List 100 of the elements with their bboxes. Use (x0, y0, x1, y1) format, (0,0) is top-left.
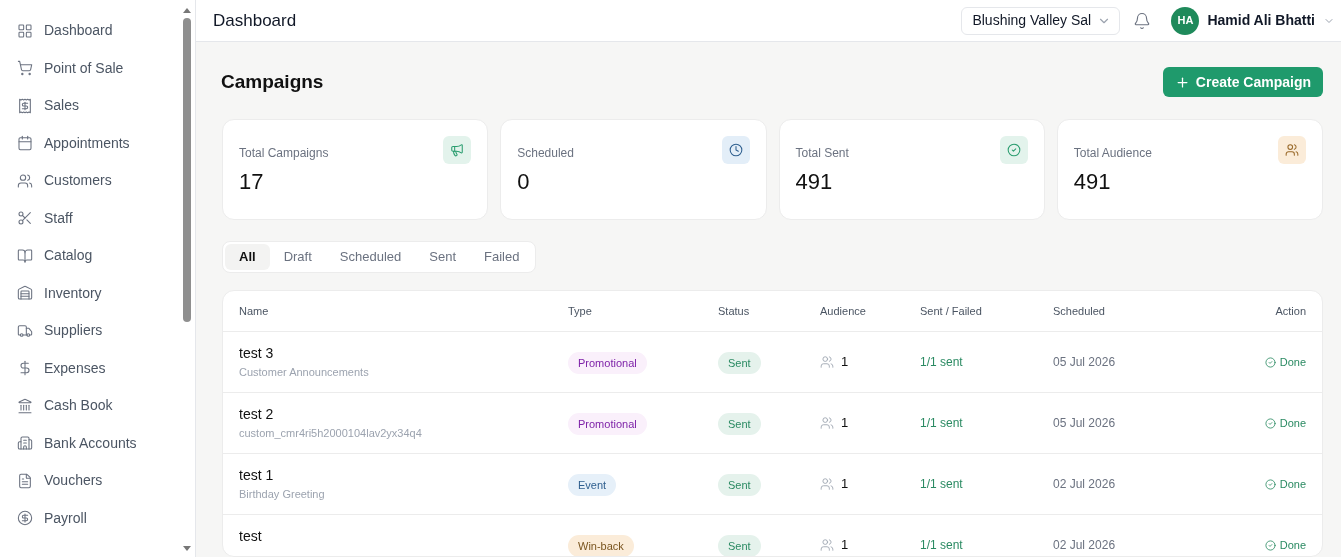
sidebar-item[interactable]: Sales (17, 87, 181, 125)
check-circle-icon (1264, 539, 1276, 551)
sidebar-item[interactable]: Inventory (17, 274, 181, 312)
stat-label: Total Audience (1073, 145, 1152, 162)
warehouse-icon (17, 285, 33, 302)
users-icon (1278, 136, 1306, 164)
table-row[interactable]: test 1 Birthday Greeting Event Sent 1 1/1 sent 02 Jul 2026 Done (223, 453, 1322, 514)
building-icon (17, 435, 33, 452)
megaphone-icon (443, 136, 472, 164)
campaign-name: test (239, 527, 263, 545)
clock-icon (721, 136, 750, 164)
document-icon (17, 472, 33, 489)
sidebar-item[interactable]: Customers (17, 162, 181, 200)
status-tag: Sent (718, 412, 761, 436)
coin-icon (17, 510, 33, 527)
grid-icon (17, 22, 33, 39)
sent-count: 1/1 sent (920, 476, 963, 493)
stat-label: Total Campaigns (239, 145, 329, 162)
sidebar-item[interactable]: Bank Accounts (17, 424, 181, 462)
truck-icon (17, 322, 33, 339)
column-header: Sent / Failed (920, 303, 982, 319)
sidebar-item[interactable]: Catalog (17, 237, 181, 275)
users-icon (17, 172, 33, 189)
type-tag: Event (568, 473, 617, 497)
receipt-icon (17, 97, 33, 114)
stat-label: Total Sent (795, 145, 849, 162)
column-header: Audience (820, 303, 866, 319)
table-row[interactable]: test Win-back Sent 1 1/1 sent 02 Jul 2026 Done (223, 514, 1322, 556)
audience-count: 1 (841, 353, 849, 372)
sidebar-item[interactable]: Appointments (17, 124, 181, 162)
sidebar-item[interactable]: Expenses (17, 349, 181, 387)
campaign-name: test 3 (239, 344, 275, 362)
check-circle-icon (1264, 478, 1276, 490)
check-circle-icon (1264, 356, 1276, 368)
user-avatar[interactable]: HA (1171, 6, 1200, 35)
notification-icon[interactable] (1133, 11, 1152, 30)
status-tag: Sent (718, 351, 761, 375)
template-name: Birthday Greeting (239, 487, 326, 502)
page-heading: Dashboard (213, 9, 297, 32)
calendar-icon (17, 135, 33, 152)
scheduled-date: 02 Jul 2026 (1053, 476, 1116, 493)
sidebar-item[interactable]: Dashboard (17, 12, 181, 50)
done-label: Done (1264, 414, 1306, 432)
table-row[interactable]: test 2 custom_cmr4ri5h2000104lav2yx34q4 Promotional Sent 1 1/1 sent 05 Jul 2026 Done (223, 392, 1322, 453)
dollar-icon (17, 360, 33, 377)
stat-value: 0 (517, 168, 530, 196)
sidebar-item[interactable]: Cash Book (17, 387, 181, 425)
campaign-name: test 2 (239, 405, 275, 423)
audience-count: 1 (841, 536, 849, 555)
done-label: Done (1264, 353, 1306, 371)
stat-value: 491 (1073, 168, 1111, 196)
scheduled-date: 05 Jul 2026 (1053, 415, 1116, 432)
column-header: Status (718, 303, 750, 319)
stat-label: Scheduled (517, 145, 574, 162)
status-tag: Sent (718, 534, 761, 556)
branch-dropdown[interactable]: Blushing Valley Sal (961, 6, 1121, 35)
template-name: custom_cmr4ri5h2000104lav2yx34q4 (239, 426, 423, 441)
column-header: Name (239, 303, 269, 319)
filter-tab[interactable]: Scheduled (325, 244, 416, 270)
type-tag: Promotional (568, 412, 647, 436)
audience-count: 1 (841, 475, 849, 494)
type-tag: Promotional (568, 351, 647, 375)
book-icon (17, 247, 33, 264)
sent-count: 1/1 sent (920, 354, 963, 371)
table-row[interactable]: test 3 Customer Announcements Promotional Sent 1 1/1 sent 05 Jul 2026 Done (223, 331, 1322, 392)
scheduled-date: 05 Jul 2026 (1053, 354, 1116, 371)
check-circle-icon (1264, 417, 1276, 429)
users-icon (820, 538, 834, 552)
create-campaign-button[interactable]: Create Campaign (1162, 67, 1323, 97)
column-header: Action (1275, 303, 1306, 319)
scissors-icon (17, 210, 33, 227)
column-header: Type (568, 303, 592, 319)
plus-icon (1174, 74, 1190, 90)
user-name[interactable]: Hamid Ali Bhatti (1207, 10, 1315, 31)
template-name: Customer Announcements (239, 365, 370, 380)
sidebar-item[interactable]: Vouchers (17, 462, 181, 500)
stat-value: 17 (239, 168, 264, 196)
done-label: Done (1264, 536, 1306, 554)
sidebar-item[interactable]: Staff (17, 199, 181, 237)
page-title: Campaigns (221, 69, 324, 94)
cart-icon (17, 60, 33, 77)
filter-tab[interactable]: Sent (415, 244, 470, 270)
done-label: Done (1264, 475, 1306, 493)
users-icon (820, 355, 834, 369)
filter-tab[interactable]: Failed (470, 244, 534, 270)
filter-tab[interactable]: All (225, 244, 270, 270)
type-tag: Win-back (568, 534, 634, 556)
users-icon (820, 416, 834, 430)
status-tag: Sent (718, 473, 761, 497)
sent-count: 1/1 sent (920, 415, 963, 432)
sidebar-item[interactable]: Point of Sale (17, 49, 181, 87)
sidebar-item[interactable]: Payroll (17, 499, 181, 537)
sidebar-item[interactable]: Suppliers (17, 312, 181, 350)
filter-tab[interactable]: Draft (269, 244, 326, 270)
sent-count: 1/1 sent (920, 537, 963, 554)
audience-count: 1 (841, 414, 849, 433)
campaign-name: test 1 (239, 466, 275, 484)
scheduled-date: 02 Jul 2026 (1053, 537, 1116, 554)
bank-icon (17, 397, 33, 414)
column-header: Scheduled (1053, 303, 1105, 319)
